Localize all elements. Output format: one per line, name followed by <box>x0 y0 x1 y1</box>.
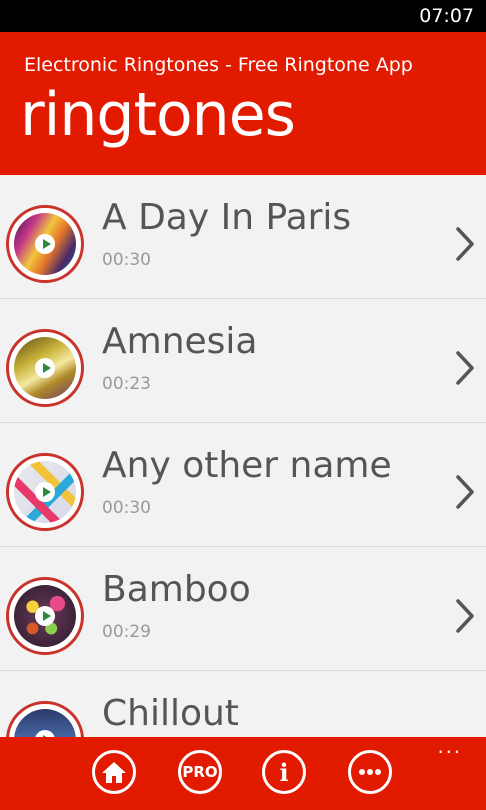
play-thumbnail-button[interactable] <box>6 701 84 737</box>
ringtone-duration: 00:23 <box>102 374 151 394</box>
play-icon <box>35 482 55 502</box>
play-thumbnail-button[interactable] <box>6 329 84 407</box>
play-icon <box>35 606 55 626</box>
home-icon <box>102 762 126 783</box>
chevron-right-icon[interactable] <box>454 597 476 635</box>
ringtone-duration: 00:29 <box>102 622 151 642</box>
status-bar: 07:07 <box>0 0 486 32</box>
pro-label: PRO <box>182 763 218 781</box>
ringtone-list[interactable]: A Day In Paris 00:30 Amnesia 00:23 Any o… <box>0 175 486 737</box>
ringtone-title: A Day In Paris <box>102 197 352 238</box>
ringtone-title: Chillout <box>102 693 239 734</box>
more-options-button[interactable] <box>348 750 392 794</box>
ringtone-row-amnesia[interactable]: Amnesia 00:23 <box>0 299 486 423</box>
ringtone-row-any-other-name[interactable]: Any other name 00:30 <box>0 423 486 547</box>
app-title: Electronic Ringtones - Free Ringtone App <box>24 54 413 76</box>
pro-button[interactable]: PRO <box>178 750 222 794</box>
play-icon <box>35 234 55 254</box>
ringtone-title: Bamboo <box>102 569 251 610</box>
chevron-right-icon[interactable] <box>454 473 476 511</box>
ringtone-title: Amnesia <box>102 321 258 362</box>
chevron-right-icon[interactable] <box>454 225 476 263</box>
ringtone-duration: 00:30 <box>102 498 151 518</box>
play-icon <box>35 358 55 378</box>
ringtone-row-a-day-in-paris[interactable]: A Day In Paris 00:30 <box>0 175 486 299</box>
play-thumbnail-button[interactable] <box>6 577 84 655</box>
status-time: 07:07 <box>419 5 474 27</box>
play-thumbnail-button[interactable] <box>6 453 84 531</box>
ringtone-title: Any other name <box>102 445 392 486</box>
ellipsis-icon <box>359 769 381 775</box>
header: Electronic Ringtones - Free Ringtone App… <box>0 32 486 175</box>
app-bar: PRO i ... <box>0 735 486 810</box>
page-title: ringtones <box>20 80 296 150</box>
chevron-right-icon[interactable] <box>454 349 476 387</box>
info-button[interactable]: i <box>262 750 306 794</box>
ringtone-row-chillout[interactable]: Chillout <box>0 671 486 737</box>
info-icon: i <box>279 757 289 787</box>
app-bar-overflow-dots[interactable]: ... <box>438 735 462 757</box>
play-thumbnail-button[interactable] <box>6 205 84 283</box>
home-button[interactable] <box>92 750 136 794</box>
ringtone-duration: 00:30 <box>102 250 151 270</box>
ringtone-row-bamboo[interactable]: Bamboo 00:29 <box>0 547 486 671</box>
